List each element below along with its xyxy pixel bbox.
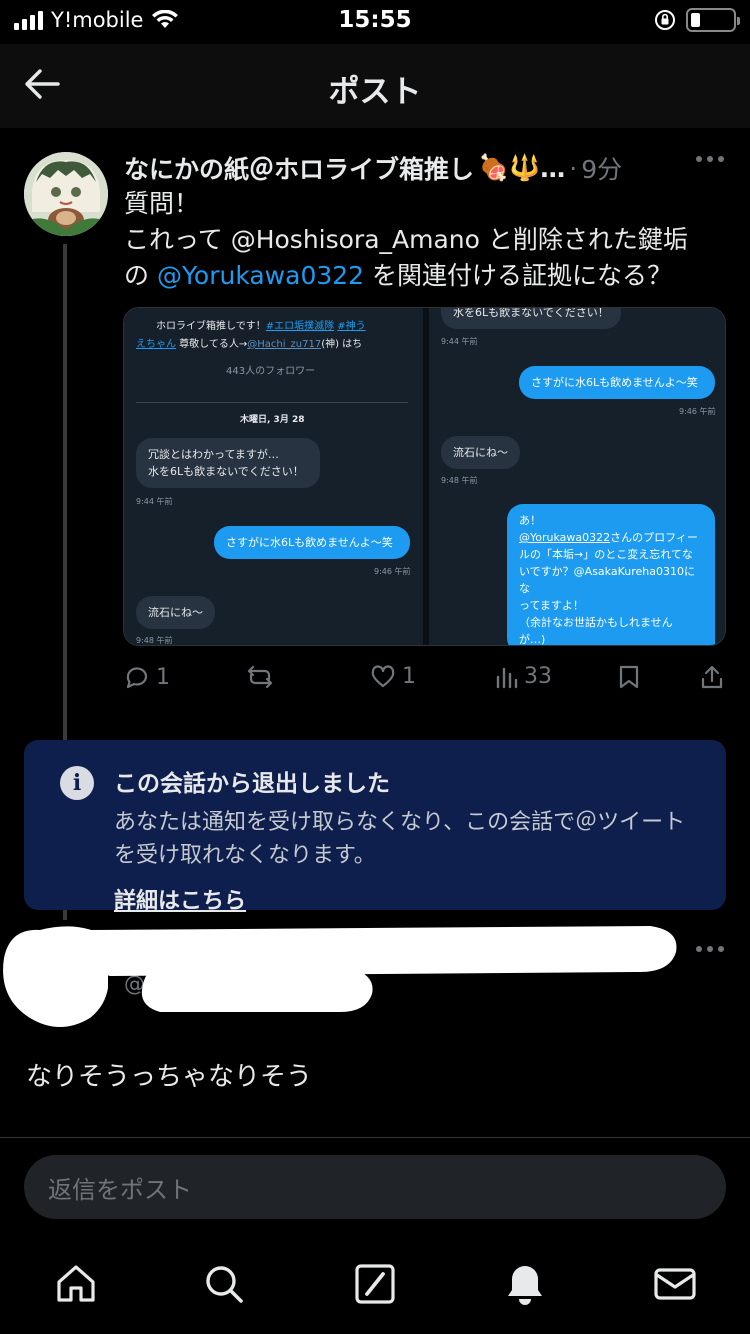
status-right [654, 8, 740, 32]
tweet-action-bar: 1 1 33 [124, 664, 730, 700]
redaction-scribble [3, 926, 677, 1027]
dm-text: 冗談とはわかってますが… [148, 448, 279, 461]
dm-text: あ！ [519, 514, 541, 527]
info-icon: i [60, 766, 94, 800]
divider [0, 1137, 750, 1138]
dm-bubble-received: 水を6Lも飲まないでください！ [441, 308, 621, 329]
bio-hashtag: #エロ垢撲滅隊 [265, 321, 335, 332]
conversation-left-notice: i この会話から退出しました あなたは通知を受け取らなくなり、この会話で＠ツイー… [24, 740, 726, 914]
compose-grok-icon[interactable] [353, 1262, 397, 1306]
search-icon[interactable] [202, 1262, 246, 1306]
retweet-button[interactable] [246, 664, 280, 690]
bio-hashtag: えちゃん [136, 339, 176, 350]
like-count: 1 [402, 664, 416, 689]
profile-bio: ホロライブ箱推しです！#エロ垢撲滅隊 #神う [156, 318, 416, 335]
dm-bubble-sent: あ！ @Yorukawa0322さんのプロフィー ルの「本垢→」のとこ変え忘れて… [507, 504, 715, 646]
dm-time: 9:48 午前 [136, 636, 173, 645]
tweet-text-line: の @Yorukawa0322 を関連付ける証拠になる？ [124, 258, 724, 294]
dm-divider [136, 402, 408, 403]
share-button[interactable] [700, 664, 724, 690]
bio-handle: @Hachi_zu717 [247, 339, 322, 350]
home-icon[interactable] [54, 1262, 98, 1306]
dm-text: 水を6Lも飲まないでください！ [148, 465, 304, 478]
tweet-author-row: なにかの紙＠ホロライブ箱推し 🍖🔱 … · 9分 [124, 150, 684, 186]
author-avatar[interactable] [24, 152, 108, 236]
follower-count: 443人のフォロワー [226, 366, 316, 377]
tweet-text-line: これって @Hoshisora_Amano と削除された鍵垢 [124, 225, 688, 254]
view-count: 33 [524, 664, 552, 689]
text-prefix: の [124, 261, 157, 290]
dm-text: さんのプロフィー [610, 531, 698, 544]
dm-text: いですか？@AsakaKureha0310にな [519, 565, 695, 595]
author-name-ellipsis: … [540, 153, 566, 183]
dm-time: 9:44 午前 [136, 497, 173, 506]
reply-count: 1 [156, 664, 170, 690]
battery-icon [686, 8, 740, 32]
status-bar: Y!mobile 15:55 [0, 0, 750, 44]
bio-hashtag: #神う [337, 321, 366, 332]
tweet-text-line: 質問！ [124, 189, 200, 218]
dm-bubble-received: 流石にね～ [441, 436, 520, 469]
reply-more-options-icon[interactable] [696, 946, 724, 952]
header-bar: ポスト [0, 44, 750, 128]
media-screenshot-right: 水を6Lも飲まないでください！ 9:44 午前 さすがに水6Lも飲めませんよ～笑… [429, 308, 725, 645]
thread-line [63, 244, 67, 740]
tweet-text: 質問！ これって @Hoshisora_Amano と削除された鍵垢 の @Yo… [124, 186, 724, 294]
views-button[interactable]: 33 [494, 664, 552, 689]
reply-text: なりそうっちゃなりそう [26, 1062, 313, 1092]
tweet-media-image[interactable]: ホロライブ箱推しです！#エロ垢撲滅隊 #神う えちゃん 尊敬してる人→@Hach… [123, 307, 726, 646]
dm-text: （余計なお世話かもしれません [519, 616, 673, 629]
reply-icon [126, 667, 148, 689]
retweet-icon [247, 665, 273, 689]
avatar-illustration [24, 152, 108, 236]
dm-handle: @Yorukawa0322 [519, 531, 611, 544]
dm-time: 9:44 午前 [441, 337, 478, 346]
dm-bubble-received: 流石にね～ [136, 596, 215, 629]
text-suffix: を関連付ける証拠になる？ [364, 261, 673, 290]
bio-text: ホロライブ箱推しです！ [156, 321, 266, 332]
like-button[interactable]: 1 [370, 664, 416, 689]
bookmark-button[interactable] [618, 664, 640, 690]
messages-mail-icon[interactable] [653, 1262, 697, 1306]
reply-button[interactable]: 1 [124, 664, 170, 690]
bio-text: 尊敬してる人→ [176, 339, 248, 350]
notifications-bell-icon[interactable] [503, 1262, 547, 1306]
author-emoji: 🍖🔱 [478, 153, 541, 182]
reply-input[interactable]: 返信をポスト [24, 1155, 726, 1219]
dm-time: 9:48 午前 [441, 476, 478, 485]
dm-date: 木曜日, 3月 28 [240, 415, 305, 425]
status-time: 15:55 [338, 7, 412, 33]
bio-text: (神) はち [321, 339, 363, 350]
dm-time: 9:46 午前 [374, 567, 411, 576]
media-screenshot-left: ホロライブ箱推しです！#エロ垢撲滅隊 #神う えちゃん 尊敬してる人→@Hach… [124, 308, 423, 645]
views-chart-icon [496, 667, 518, 688]
heart-icon [371, 664, 395, 687]
share-icon [701, 665, 723, 689]
notice-body: あなたは通知を受け取らなくなり、この会話で＠ツイートを受け取れなくなります。 [114, 810, 686, 868]
dm-bubble-received: 冗談とはわかってますが… 水を6Lも飲まないでください！ [136, 438, 320, 488]
dm-text: が…) [519, 633, 546, 646]
notice-title: この会話から退出しました [114, 771, 390, 797]
dm-bubble-sent: さすがに水6Lも飲めませんよ～笑 [214, 526, 410, 559]
dm-time: 9:46 午前 [679, 407, 716, 416]
dm-text: ルの「本垢→」のとこ変え忘れてな [519, 548, 693, 561]
mention-link[interactable]: @Yorukawa0322 [157, 261, 364, 290]
orientation-lock-icon [655, 10, 675, 30]
more-options-icon[interactable] [696, 156, 724, 162]
details-link[interactable]: 詳細はこちら [114, 883, 246, 915]
author-name[interactable]: なにかの紙＠ホロライブ箱推し [124, 150, 474, 186]
dm-text: ってますよ！ [519, 599, 584, 612]
separator-dot: · [569, 153, 578, 183]
profile-bio-line2: えちゃん 尊敬してる人→@Hachi_zu717(神) はち [136, 336, 426, 353]
bottom-nav [0, 1240, 750, 1334]
dm-bubble-sent: さすがに水6Lも飲めませんよ～笑 [519, 366, 715, 399]
bookmark-icon [619, 665, 639, 689]
page-title: ポスト [328, 74, 422, 110]
tweet-timestamp[interactable]: 9分 [581, 150, 622, 186]
